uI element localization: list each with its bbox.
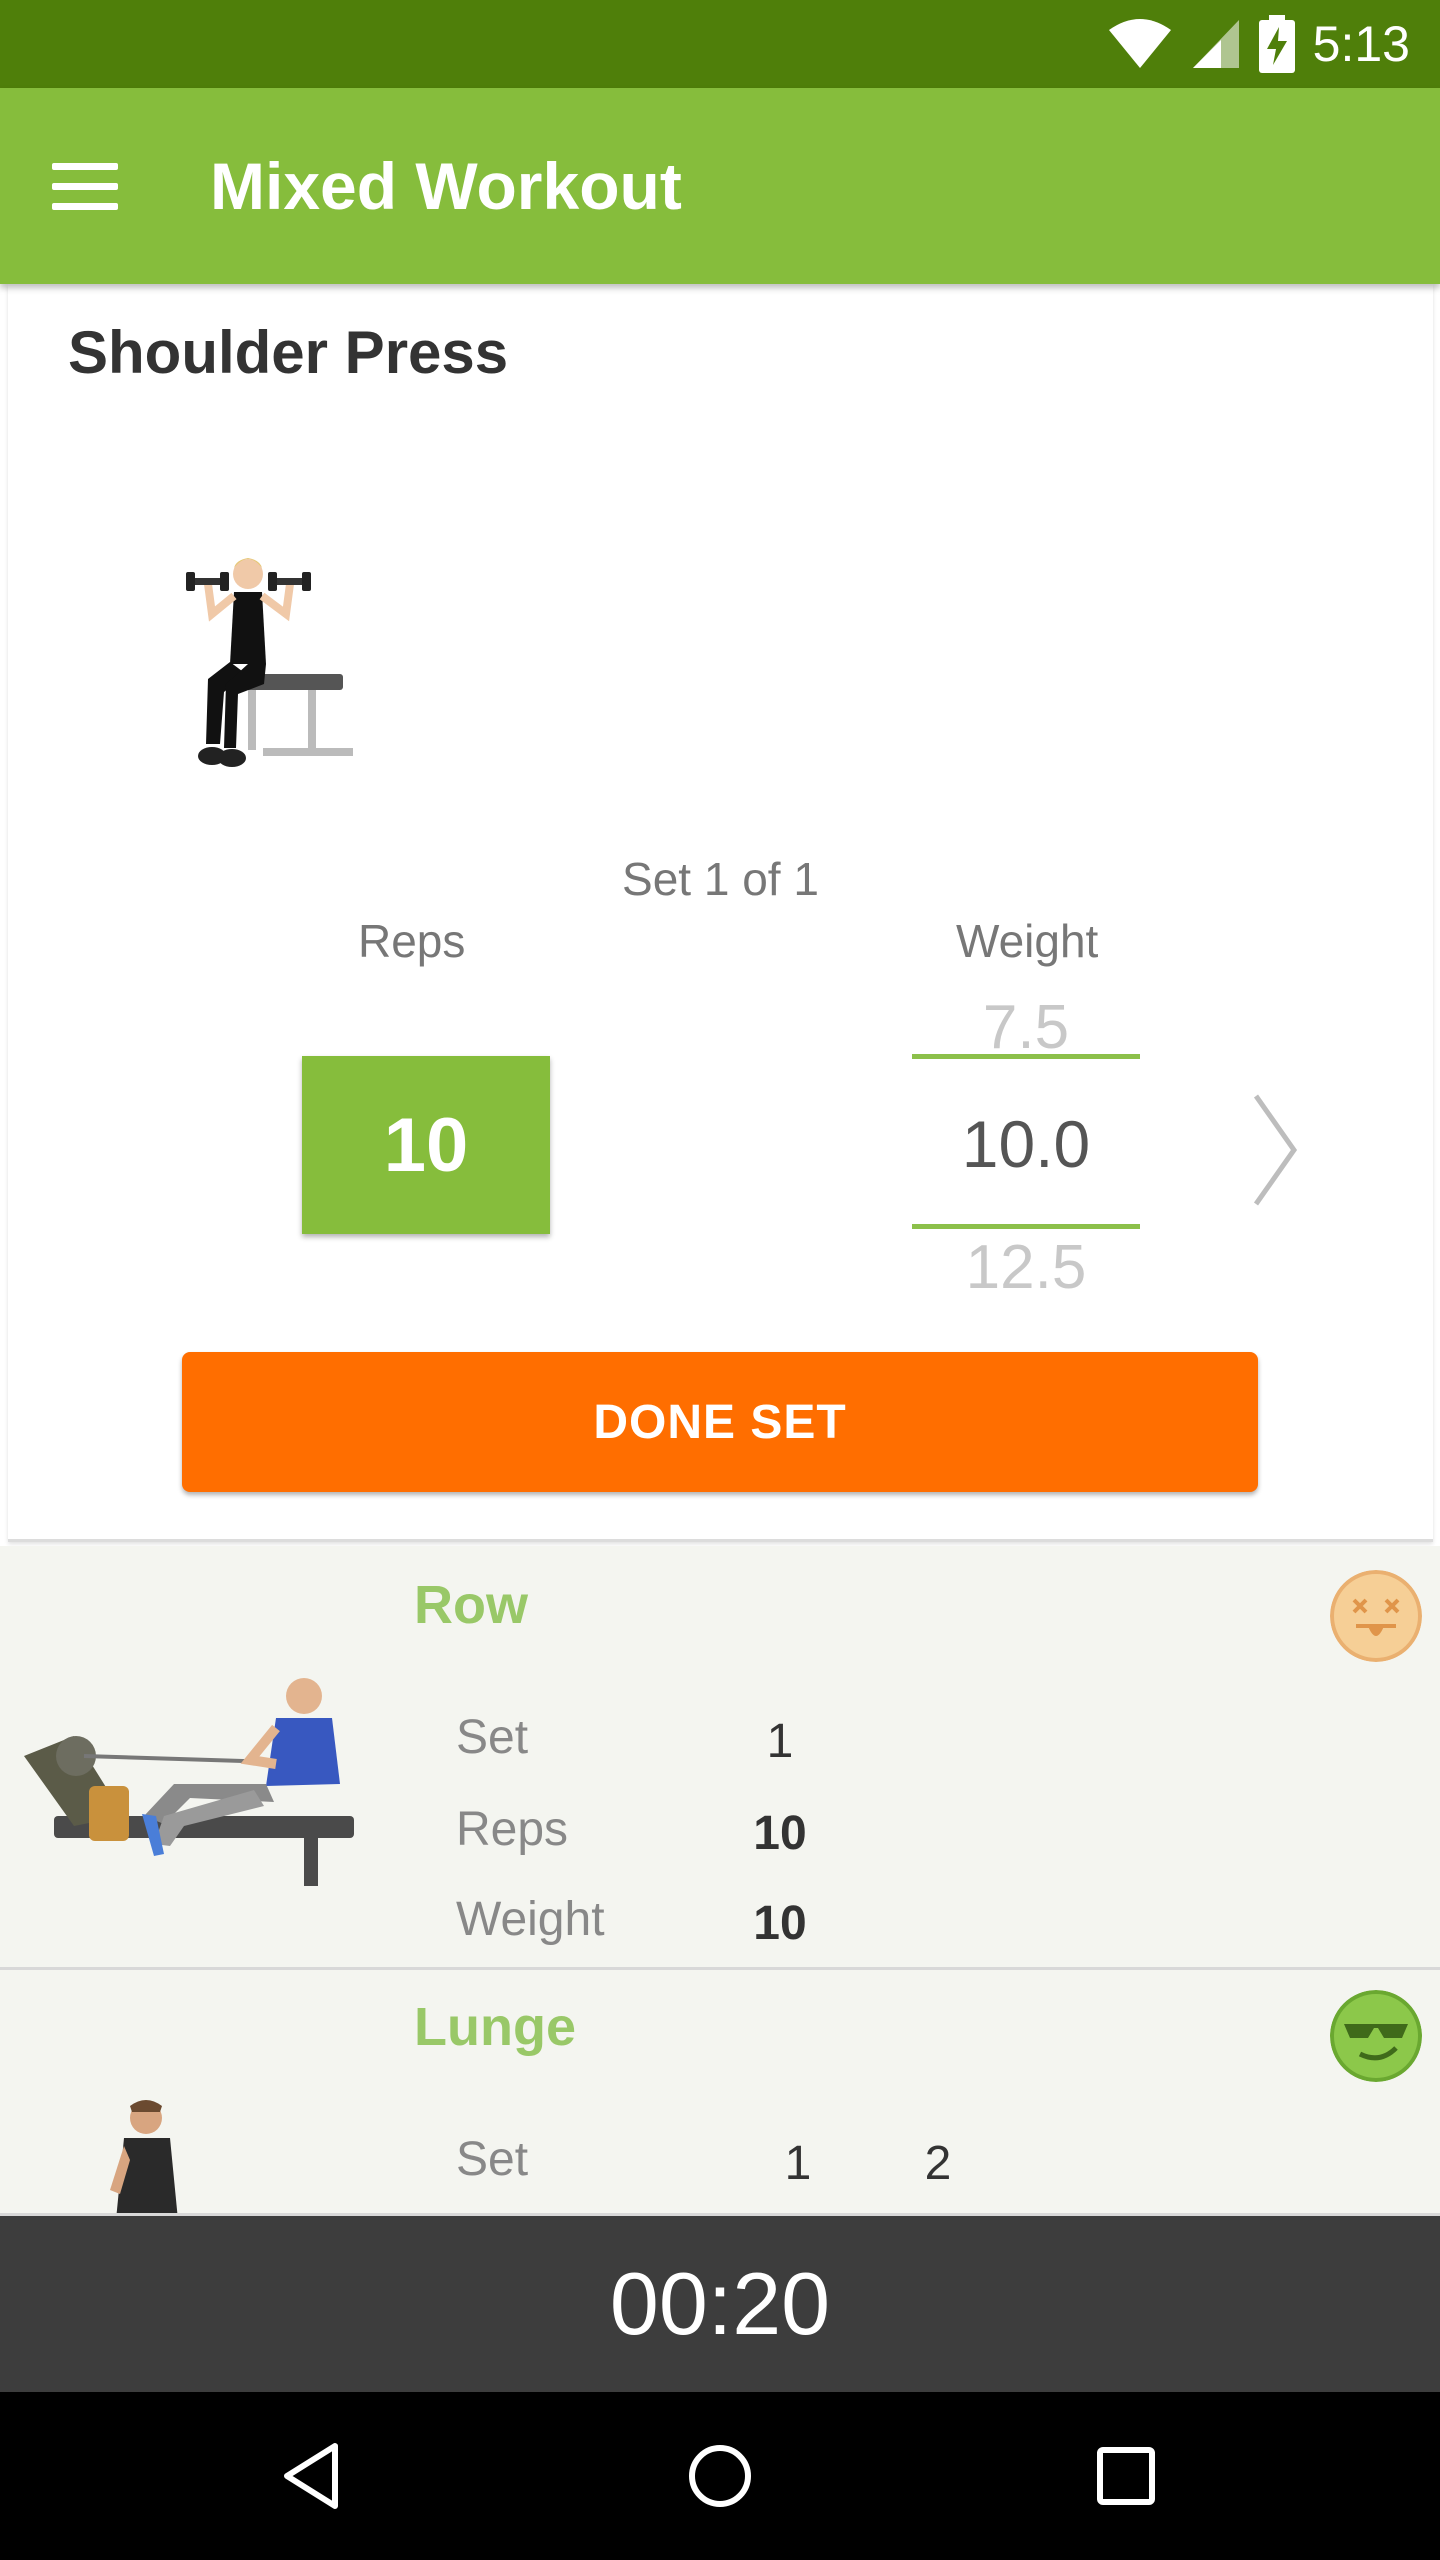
dizzy-face-icon[interactable]: [1330, 1570, 1422, 1662]
list-item[interactable]: Row Set 1 Reps 10 Weight 10: [0, 1546, 1440, 1970]
system-nav-bar: [0, 2392, 1440, 2560]
rest-timer-bar[interactable]: 00:20: [0, 2216, 1440, 2392]
app-title: Mixed Workout: [210, 149, 682, 223]
wifi-icon: [1108, 19, 1171, 68]
list-row-value: 2: [924, 2137, 952, 2190]
weight-label: Weight: [956, 915, 1099, 967]
done-set-button[interactable]: DONE SET: [182, 1352, 1258, 1492]
list-item-title: Row: [414, 1575, 528, 1635]
list-row-value: 1: [784, 2137, 812, 2190]
weight-picker-divider-bottom: [912, 1224, 1140, 1229]
current-exercise-card: Shoulder Press Set 1 of 1 Reps Weight 10…: [8, 284, 1433, 1542]
cell-signal-icon: [1192, 20, 1239, 68]
list-row-label: Set: [456, 1711, 529, 1764]
weight-picker-current[interactable]: 10.0: [912, 1106, 1140, 1182]
lunge-exercise-image: [110, 2100, 178, 2213]
app-bar: Mixed Workout: [0, 88, 1440, 284]
status-icons: 5:13: [1107, 0, 1410, 88]
status-time: 5:13: [1312, 16, 1410, 72]
weight-picker-next[interactable]: 12.5: [912, 1232, 1140, 1303]
status-bar: 5:13: [0, 0, 1440, 88]
timer-text: 00:20: [609, 2254, 831, 2353]
list-item-title: Lunge: [414, 1997, 576, 2057]
home-icon[interactable]: [680, 2436, 760, 2516]
list-row-value: 10: [753, 1807, 807, 1860]
recents-icon[interactable]: [1086, 2436, 1166, 2516]
shoulder-press-image: [186, 558, 353, 767]
list-row-value: 1: [766, 1715, 794, 1768]
cool-sunglasses-face-icon[interactable]: [1330, 1990, 1422, 2082]
back-icon[interactable]: [275, 2436, 355, 2516]
row-exercise-image: [24, 1678, 354, 1886]
list-row-label: Reps: [456, 1803, 569, 1856]
hamburger-menu-icon[interactable]: [52, 150, 142, 222]
battery-charging-icon: [1258, 15, 1295, 73]
set-info: Set 1 of 1: [622, 853, 819, 905]
weight-picker-divider-top: [912, 1054, 1140, 1059]
list-row-label: Set: [456, 2133, 529, 2186]
exercise-title: Shoulder Press: [68, 319, 509, 386]
list-row-value: 10: [753, 1897, 807, 1950]
weight-picker-previous[interactable]: 7.5: [912, 992, 1140, 1063]
list-row-label: Weight: [456, 1893, 605, 1946]
list-item[interactable]: Lunge Set 1 2: [0, 1970, 1440, 2216]
reps-value-button[interactable]: 10: [302, 1056, 550, 1234]
reps-label: Reps: [358, 915, 466, 967]
chevron-right-icon[interactable]: [1244, 1090, 1304, 1210]
